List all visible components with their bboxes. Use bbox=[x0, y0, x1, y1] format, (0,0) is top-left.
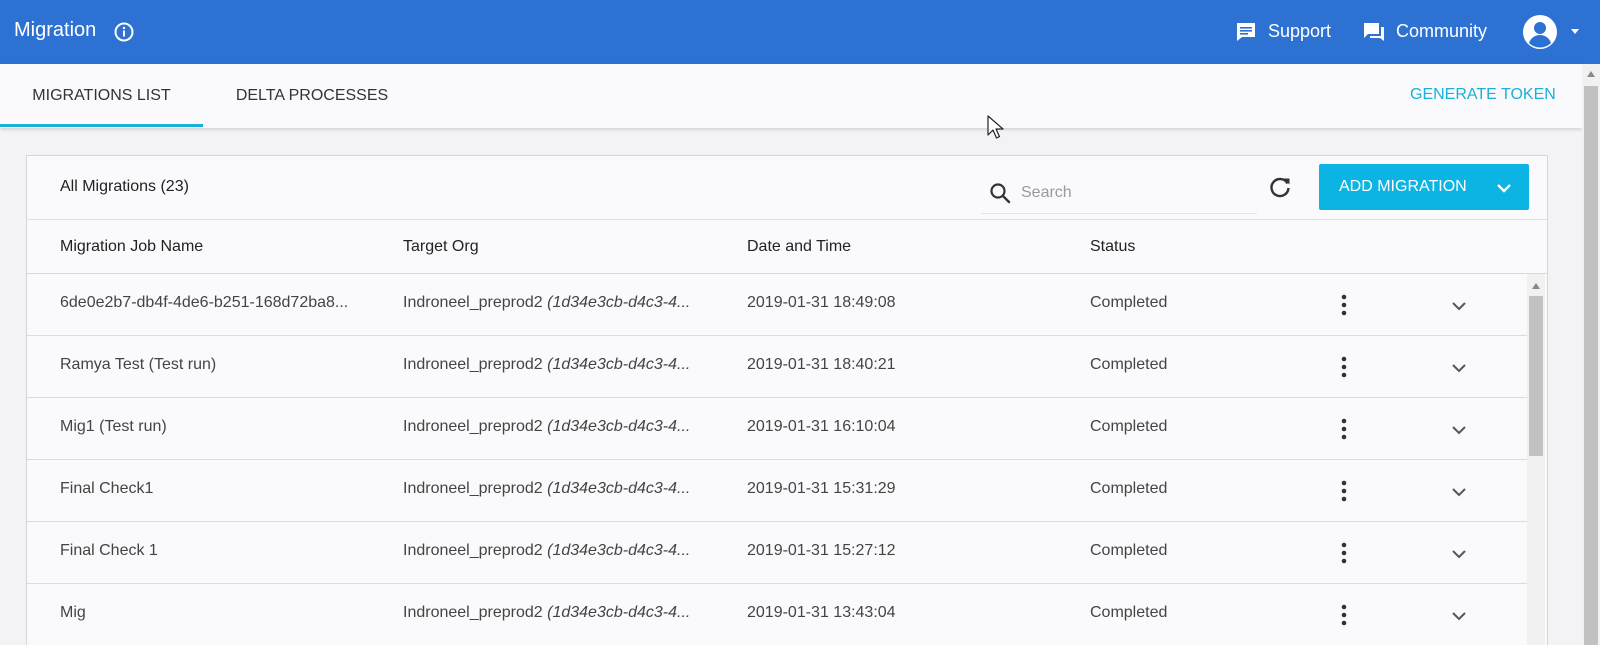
kebab-menu-icon[interactable] bbox=[1332, 292, 1356, 318]
status-cell: Completed bbox=[1090, 480, 1168, 497]
date-time-cell: 2019-01-31 18:49:08 bbox=[747, 294, 896, 311]
target-org-cell: Indroneel_preprod2 (1d34e3cb-d4c3-4... bbox=[403, 542, 725, 560]
kebab-menu-icon[interactable] bbox=[1332, 416, 1356, 442]
page-scrollbar-thumb[interactable] bbox=[1584, 86, 1598, 645]
table-row[interactable]: Final Check1 Indroneel_preprod2 (1d34e3c… bbox=[27, 460, 1527, 522]
date-time-cell: 2019-01-31 16:10:04 bbox=[747, 418, 896, 435]
org-name: Indroneel_preprod2 bbox=[403, 604, 543, 621]
table-header: Migration Job Name Target Org Date and T… bbox=[27, 219, 1547, 274]
chevron-down-icon[interactable] bbox=[1447, 606, 1471, 626]
chat-bubble-icon[interactable] bbox=[1234, 20, 1258, 44]
chevron-down-icon[interactable] bbox=[1447, 358, 1471, 378]
org-name: Indroneel_preprod2 bbox=[403, 542, 543, 559]
column-header-target-org[interactable]: Target Org bbox=[403, 238, 479, 256]
org-name: Indroneel_preprod2 bbox=[403, 294, 543, 311]
table-scrollbar[interactable] bbox=[1527, 274, 1545, 645]
target-org-cell: Indroneel_preprod2 (1d34e3cb-d4c3-4... bbox=[403, 356, 725, 374]
column-header-date-time[interactable]: Date and Time bbox=[747, 238, 851, 256]
org-id: (1d34e3cb-d4c3-4... bbox=[547, 294, 691, 311]
table-row[interactable]: Mig Indroneel_preprod2 (1d34e3cb-d4c3-4.… bbox=[27, 584, 1527, 645]
top-app-bar: Migration Support Community bbox=[0, 0, 1600, 64]
tab-bar: MIGRATIONS LIST DELTA PROCESSES GENERATE… bbox=[0, 64, 1582, 128]
kebab-menu-icon[interactable] bbox=[1332, 602, 1356, 628]
active-tab-indicator bbox=[0, 124, 203, 127]
target-org-cell: Indroneel_preprod2 (1d34e3cb-d4c3-4... bbox=[403, 418, 725, 436]
scroll-up-arrow-icon[interactable] bbox=[1532, 283, 1540, 289]
search-input[interactable] bbox=[1021, 178, 1251, 208]
search-box bbox=[981, 170, 1257, 214]
chevron-down-icon bbox=[1497, 184, 1511, 193]
community-link[interactable]: Community bbox=[1396, 21, 1487, 42]
chevron-down-icon[interactable] bbox=[1447, 296, 1471, 316]
job-name-cell: Final Check 1 bbox=[60, 542, 158, 559]
table-row[interactable]: Mig1 (Test run) Indroneel_preprod2 (1d34… bbox=[27, 398, 1527, 460]
kebab-menu-icon[interactable] bbox=[1332, 354, 1356, 380]
status-cell: Completed bbox=[1090, 604, 1168, 621]
chevron-down-icon[interactable] bbox=[1447, 482, 1471, 502]
migration-table-body: 6de0e2b7-db4f-4de6-b251-168d72ba8... Ind… bbox=[27, 274, 1527, 645]
job-name-cell: Ramya Test (Test run) bbox=[60, 356, 217, 373]
date-time-cell: 2019-01-31 13:43:04 bbox=[747, 604, 896, 621]
page-scrollbar[interactable] bbox=[1582, 64, 1600, 645]
org-id: (1d34e3cb-d4c3-4... bbox=[547, 542, 691, 559]
org-id: (1d34e3cb-d4c3-4... bbox=[547, 604, 691, 621]
kebab-menu-icon[interactable] bbox=[1332, 540, 1356, 566]
chevron-down-icon[interactable] bbox=[1447, 420, 1471, 440]
account-circle-icon[interactable] bbox=[1522, 14, 1558, 50]
org-id: (1d34e3cb-d4c3-4... bbox=[547, 480, 691, 497]
table-row[interactable]: 6de0e2b7-db4f-4de6-b251-168d72ba8... Ind… bbox=[27, 274, 1527, 336]
org-id: (1d34e3cb-d4c3-4... bbox=[547, 356, 691, 373]
table-row[interactable]: Ramya Test (Test run) Indroneel_preprod2… bbox=[27, 336, 1527, 398]
org-id: (1d34e3cb-d4c3-4... bbox=[547, 418, 691, 435]
add-migration-button[interactable]: ADD MIGRATION bbox=[1319, 164, 1529, 210]
org-name: Indroneel_preprod2 bbox=[403, 356, 543, 373]
caret-down-icon[interactable] bbox=[1568, 24, 1582, 38]
status-cell: Completed bbox=[1090, 418, 1168, 435]
job-name-cell: Final Check1 bbox=[60, 480, 154, 497]
mouse-pointer-icon bbox=[987, 115, 1004, 139]
tab-migrations-list[interactable]: MIGRATIONS LIST bbox=[0, 64, 203, 128]
target-org-cell: Indroneel_preprod2 (1d34e3cb-d4c3-4... bbox=[403, 604, 725, 622]
support-link[interactable]: Support bbox=[1268, 21, 1331, 42]
search-icon bbox=[990, 183, 1011, 204]
status-cell: Completed bbox=[1090, 542, 1168, 559]
org-name: Indroneel_preprod2 bbox=[403, 480, 543, 497]
job-name-cell: 6de0e2b7-db4f-4de6-b251-168d72ba8... bbox=[60, 294, 349, 311]
target-org-cell: Indroneel_preprod2 (1d34e3cb-d4c3-4... bbox=[403, 480, 725, 498]
status-cell: Completed bbox=[1090, 356, 1168, 373]
kebab-menu-icon[interactable] bbox=[1332, 478, 1356, 504]
column-header-job-name[interactable]: Migration Job Name bbox=[60, 238, 203, 256]
add-migration-label: ADD MIGRATION bbox=[1339, 178, 1467, 195]
generate-token-link[interactable]: GENERATE TOKEN bbox=[1410, 86, 1556, 104]
forum-icon[interactable] bbox=[1362, 20, 1386, 44]
job-name-cell: Mig bbox=[60, 604, 86, 621]
scroll-up-arrow-icon[interactable] bbox=[1587, 71, 1595, 77]
status-cell: Completed bbox=[1090, 294, 1168, 311]
info-icon[interactable] bbox=[114, 22, 134, 42]
card-title: All Migrations (23) bbox=[60, 178, 189, 195]
migrations-card: All Migrations (23) ADD MIGRATION Migrat… bbox=[26, 155, 1548, 645]
date-time-cell: 2019-01-31 15:27:12 bbox=[747, 542, 896, 559]
chevron-down-icon[interactable] bbox=[1447, 544, 1471, 564]
column-header-status[interactable]: Status bbox=[1090, 238, 1135, 256]
target-org-cell: Indroneel_preprod2 (1d34e3cb-d4c3-4... bbox=[403, 294, 725, 312]
date-time-cell: 2019-01-31 15:31:29 bbox=[747, 480, 896, 497]
app-title: Migration bbox=[14, 19, 97, 41]
table-scrollbar-thumb[interactable] bbox=[1529, 296, 1543, 456]
job-name-cell: Mig1 (Test run) bbox=[60, 418, 167, 435]
tab-delta-processes[interactable]: DELTA PROCESSES bbox=[212, 64, 412, 128]
date-time-cell: 2019-01-31 18:40:21 bbox=[747, 356, 896, 373]
refresh-icon[interactable] bbox=[1267, 175, 1293, 201]
table-row[interactable]: Final Check 1 Indroneel_preprod2 (1d34e3… bbox=[27, 522, 1527, 584]
org-name: Indroneel_preprod2 bbox=[403, 418, 543, 435]
